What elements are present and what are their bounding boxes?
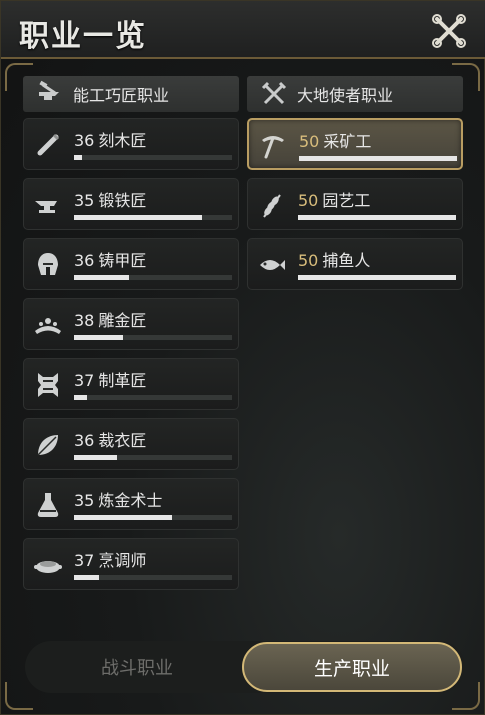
job-title: 38 雕金匠 bbox=[74, 307, 146, 331]
job-level: 36 bbox=[74, 431, 95, 450]
job-card[interactable]: 37 制革匠 bbox=[23, 358, 239, 410]
job-title: 35 锻铁匠 bbox=[74, 187, 146, 211]
exp-progress-fill bbox=[298, 215, 456, 220]
fish-icon bbox=[260, 260, 285, 270]
cooking-pot-icon bbox=[34, 561, 62, 573]
tab-combat-jobs[interactable]: 战斗职业 bbox=[37, 646, 237, 688]
carving-tool-icon bbox=[37, 133, 60, 156]
leather-hide-icon bbox=[38, 373, 58, 397]
job-name: 锻铁匠 bbox=[98, 191, 147, 210]
job-title: 50 捕鱼人 bbox=[298, 247, 370, 271]
job-level: 36 bbox=[74, 251, 95, 270]
exp-progress-bar bbox=[74, 515, 232, 520]
exp-progress-bar bbox=[74, 155, 232, 160]
wheat-icon bbox=[263, 194, 281, 218]
exp-progress-bar bbox=[74, 275, 232, 280]
job-level: 35 bbox=[74, 491, 95, 510]
exp-progress-bar bbox=[74, 215, 232, 220]
job-level: 37 bbox=[74, 551, 95, 570]
job-level: 38 bbox=[74, 311, 95, 330]
job-name: 捕鱼人 bbox=[322, 251, 371, 270]
exp-progress-fill bbox=[299, 156, 457, 161]
exp-progress-fill bbox=[74, 515, 172, 520]
needle-leaf-icon bbox=[37, 435, 58, 456]
exp-progress-bar bbox=[298, 215, 456, 220]
job-card[interactable]: 35 炼金术士 bbox=[23, 478, 239, 530]
job-level: 36 bbox=[74, 131, 95, 150]
job-card[interactable]: 38 雕金匠 bbox=[23, 298, 239, 350]
craftsman-header: 能工巧匠职业 bbox=[23, 76, 239, 112]
exp-progress-fill bbox=[74, 155, 82, 160]
exp-progress-bar bbox=[74, 395, 232, 400]
exp-progress-fill bbox=[74, 395, 87, 400]
flask-icon bbox=[37, 493, 59, 517]
job-title: 36 裁衣匠 bbox=[74, 427, 146, 451]
exp-progress-bar bbox=[74, 455, 232, 460]
job-level: 50 bbox=[298, 251, 319, 270]
helmet-icon bbox=[38, 253, 58, 275]
job-level: 35 bbox=[74, 191, 95, 210]
close-button[interactable] bbox=[431, 13, 467, 49]
job-name: 炼金术士 bbox=[98, 491, 163, 510]
anvil-hammer-icon bbox=[39, 80, 59, 100]
job-name: 采矿工 bbox=[323, 132, 372, 151]
job-title: 37 制革匠 bbox=[74, 367, 146, 391]
job-name: 刻木匠 bbox=[98, 131, 147, 150]
job-card[interactable]: 50 园艺工 bbox=[247, 178, 463, 230]
job-card[interactable]: 35 锻铁匠 bbox=[23, 178, 239, 230]
earth-header: 大地使者职业 bbox=[247, 76, 463, 112]
tab-production-jobs[interactable]: 生产职业 bbox=[242, 642, 462, 692]
job-name: 园艺工 bbox=[322, 191, 371, 210]
job-title: 50 采矿工 bbox=[299, 128, 371, 152]
exp-progress-bar bbox=[74, 335, 232, 340]
job-title: 36 刻木匠 bbox=[74, 127, 146, 151]
anvil-icon bbox=[35, 201, 57, 213]
job-name: 烹调师 bbox=[98, 551, 147, 570]
exp-progress-fill bbox=[74, 575, 100, 580]
job-title: 36 铸甲匠 bbox=[74, 247, 146, 271]
earth-header-label: 大地使者职业 bbox=[297, 86, 394, 105]
job-title: 50 园艺工 bbox=[298, 187, 370, 211]
job-card[interactable]: 36 裁衣匠 bbox=[23, 418, 239, 470]
craftsman-header-label: 能工巧匠职业 bbox=[73, 86, 170, 105]
crossed-tools-icon bbox=[261, 81, 287, 105]
exp-progress-fill bbox=[74, 335, 123, 340]
job-name: 铸甲匠 bbox=[98, 251, 147, 270]
job-card[interactable]: 37 烹调师 bbox=[23, 538, 239, 590]
job-level: 50 bbox=[299, 132, 320, 151]
job-name: 裁衣匠 bbox=[98, 431, 147, 450]
exp-progress-bar bbox=[299, 156, 457, 161]
job-level: 37 bbox=[74, 371, 95, 390]
exp-progress-fill bbox=[298, 275, 456, 280]
job-level: 50 bbox=[298, 191, 319, 210]
exp-progress-fill bbox=[74, 215, 202, 220]
job-title: 37 烹调师 bbox=[74, 547, 146, 571]
job-card[interactable]: 36 刻木匠 bbox=[23, 118, 239, 170]
job-name: 雕金匠 bbox=[98, 311, 147, 330]
close-icon bbox=[432, 14, 466, 48]
tiara-icon bbox=[35, 318, 61, 334]
pickaxe-icon bbox=[262, 136, 284, 159]
job-card[interactable]: 50 捕鱼人 bbox=[247, 238, 463, 290]
frame-ornament bbox=[5, 682, 33, 710]
job-title: 35 炼金术士 bbox=[74, 487, 162, 511]
exp-progress-fill bbox=[74, 455, 117, 460]
job-card[interactable]: 50 采矿工 bbox=[247, 118, 463, 170]
exp-progress-bar bbox=[298, 275, 456, 280]
job-name: 制革匠 bbox=[98, 371, 147, 390]
job-list-window: 职业一览 能工巧匠职业 大地使者职业 36 刻木匠 35 锻铁匠 36 铸甲匠 … bbox=[0, 0, 485, 715]
title-bar: 职业一览 bbox=[1, 1, 485, 59]
window-title: 职业一览 bbox=[19, 19, 147, 54]
job-card[interactable]: 36 铸甲匠 bbox=[23, 238, 239, 290]
exp-progress-bar bbox=[74, 575, 232, 580]
exp-progress-fill bbox=[74, 275, 130, 280]
